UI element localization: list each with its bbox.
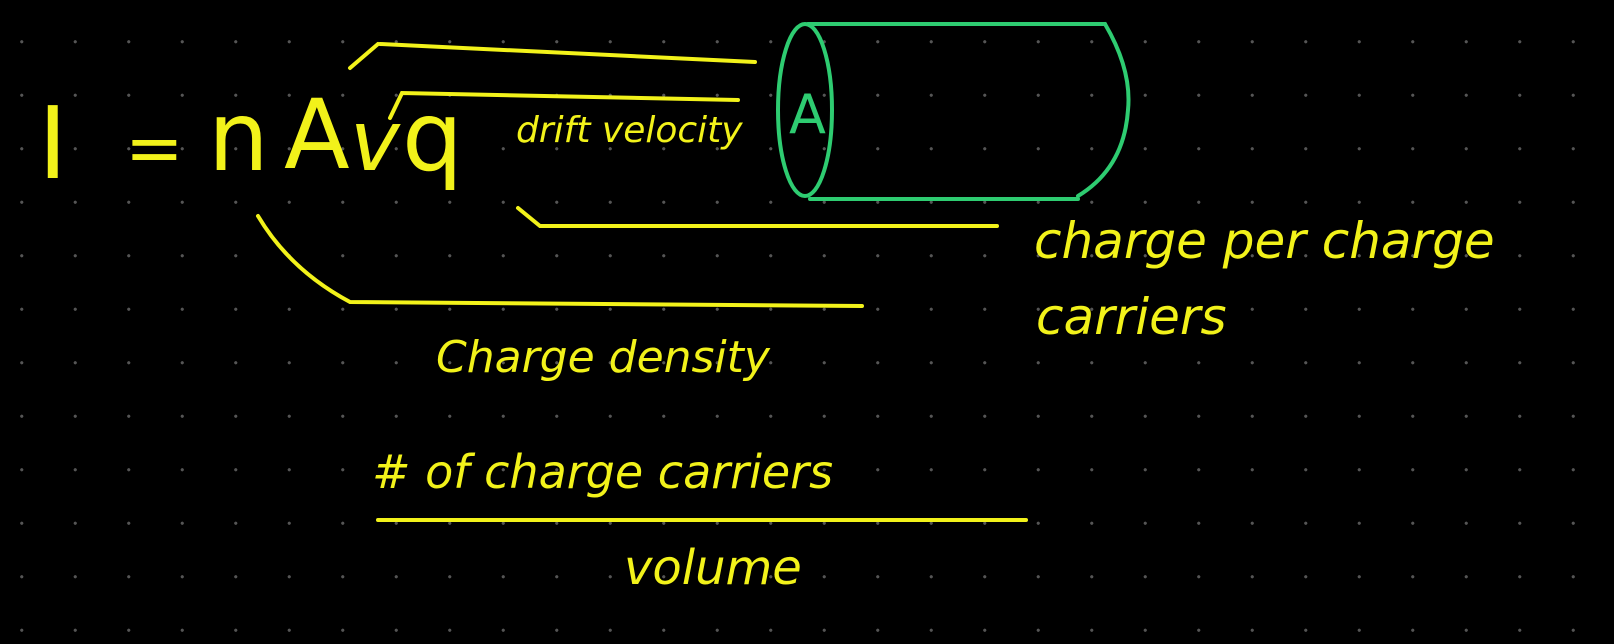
cylinder-back-curve [1076, 22, 1131, 198]
charge-symbol: q [402, 81, 463, 193]
charge-density-label: Charge density [436, 332, 771, 383]
cylinder-area-label: A [789, 83, 826, 146]
charge-per-carrier-bracket [516, 206, 999, 228]
wire-cylinder [776, 22, 1131, 201]
fraction-numerator: # of charge carriers [372, 445, 833, 499]
handwritten-ink-layer: I = n A v q drift velocity charge per ch… [38, 22, 1495, 596]
charge-per-carrier-label-line2: carriers [1036, 288, 1227, 346]
fraction-denominator: volume [624, 540, 802, 596]
current-symbol: I [38, 85, 68, 202]
equals-sign: = [125, 107, 184, 189]
area-symbol: A [284, 79, 350, 191]
whiteboard-canvas: I = n A v q drift velocity charge per ch… [0, 0, 1614, 644]
charge-density-symbol: n [208, 81, 269, 193]
charge-per-carrier-label-line1: charge per charge [1034, 212, 1495, 270]
velocity-vector-mark [348, 42, 757, 70]
charge-density-bracket [256, 214, 864, 308]
drift-velocity-label: drift velocity [516, 110, 743, 151]
